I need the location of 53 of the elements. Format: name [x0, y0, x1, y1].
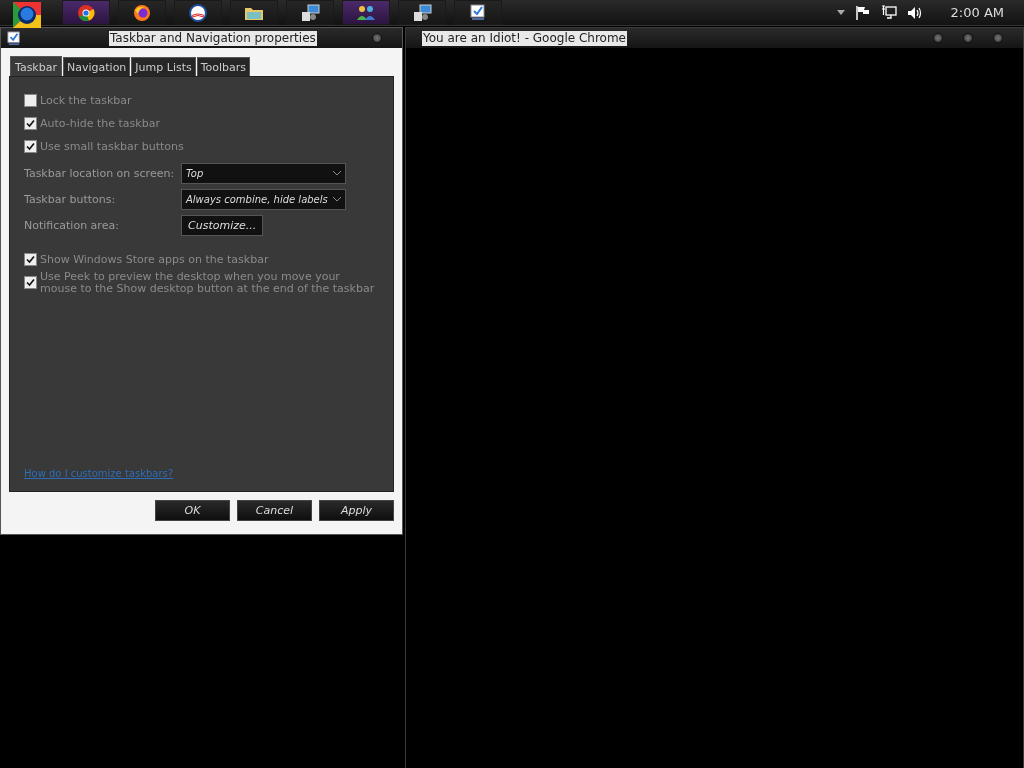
customize-button[interactable]: Customize... — [181, 214, 264, 236]
taskbar-button[interactable] — [174, 0, 222, 25]
checklist-icon — [7, 30, 21, 46]
checkbox-label: Use small taskbar buttons — [40, 140, 184, 153]
checkbox[interactable] — [24, 140, 37, 153]
checkbox-label: Auto-hide the taskbar — [40, 117, 160, 130]
taskbar-button[interactable] — [342, 0, 390, 25]
checklist-icon — [470, 4, 486, 21]
flag-icon[interactable] — [854, 5, 871, 20]
maximize-button[interactable] — [963, 33, 973, 43]
fox-logo-icon — [133, 3, 151, 22]
close-button[interactable] — [372, 33, 382, 43]
setting-label: Notification area: — [24, 218, 120, 232]
dialog-button[interactable]: Apply — [319, 500, 394, 521]
clock[interactable]: 2:00 AM — [950, 5, 1004, 20]
checkbox[interactable] — [24, 94, 37, 107]
taskbar-button[interactable] — [230, 0, 278, 25]
dialog-button[interactable]: OK — [155, 500, 230, 521]
setting-label: Taskbar buttons: — [24, 192, 117, 206]
tab[interactable]: Toolbars — [196, 57, 251, 76]
checkbox-label: Lock the taskbar — [40, 94, 132, 107]
checkbox[interactable] — [24, 117, 37, 130]
people-icon — [355, 3, 377, 22]
taskbar-button[interactable] — [286, 0, 334, 25]
browser-logo-icon — [77, 3, 95, 22]
close-button[interactable] — [993, 33, 1003, 43]
checkbox[interactable] — [24, 253, 37, 266]
caret-icon[interactable] — [836, 10, 845, 15]
installer-icon — [412, 3, 432, 22]
start-orb-icon — [10, 0, 44, 30]
dropdown[interactable]: Always combine, hide labels — [181, 188, 346, 210]
taskbar-button[interactable] — [454, 0, 502, 25]
window-title: Taskbar and Navigation properties — [109, 30, 317, 46]
taskbar-button[interactable] — [398, 0, 446, 25]
emblem-icon — [189, 3, 207, 22]
dialog-button[interactable]: Cancel — [237, 500, 312, 521]
installer-icon — [300, 3, 320, 22]
checkbox[interactable] — [24, 276, 37, 289]
checkbox-label: Show Windows Store apps on the taskbar — [40, 253, 269, 266]
chevron-icon — [333, 196, 341, 202]
tab[interactable]: Taskbar — [10, 56, 62, 77]
taskbar-button[interactable] — [118, 0, 166, 25]
checkbox-label: Use Peek to preview the desktop when you move your mouse to the Show desktop button at the end of the taskbar — [40, 270, 376, 295]
minimize-button[interactable] — [933, 33, 943, 43]
window-title: You are an Idiot! - Google Chrome — [422, 30, 627, 46]
setting-label: Taskbar location on screen: — [24, 166, 176, 180]
volume-icon[interactable] — [906, 5, 923, 20]
chevron-icon — [333, 170, 341, 176]
tab[interactable]: Navigation — [63, 57, 131, 76]
dropdown[interactable]: Top — [181, 162, 346, 184]
taskbar-button[interactable] — [62, 0, 110, 25]
tab[interactable]: Jump Lists — [131, 57, 196, 76]
network-icon[interactable] — [880, 5, 897, 20]
